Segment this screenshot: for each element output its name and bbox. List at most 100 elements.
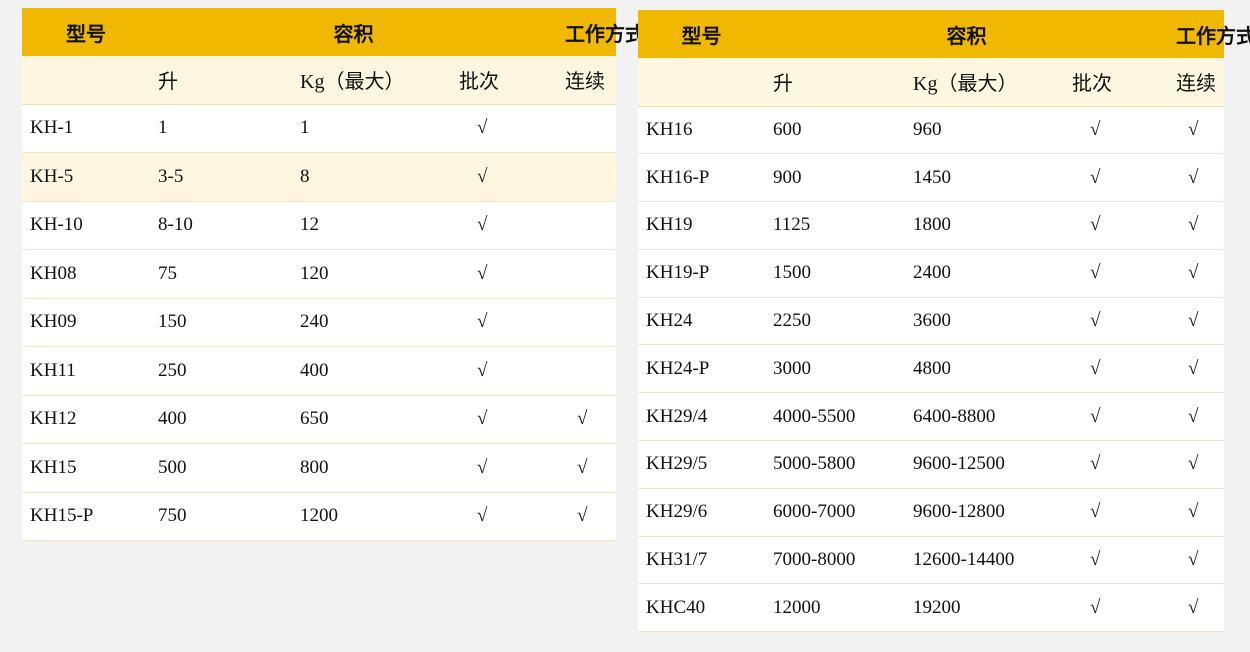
table-row: KH16 600 960 √ √ xyxy=(638,106,1225,155)
cell-kg: 800 xyxy=(292,443,447,493)
cell-kg: 960 xyxy=(905,106,1060,155)
cell-continuous: √ xyxy=(1168,583,1225,633)
header-liters: 升 xyxy=(150,56,292,105)
cell-continuous xyxy=(557,249,617,299)
cell-batch: √ xyxy=(1060,392,1169,442)
cell-kg: 1450 xyxy=(905,153,1060,203)
cell-liters: 500 xyxy=(150,443,292,493)
table-body-left: KH-1 1 1 √ KH-5 3-5 8 √ KH-10 8-10 12 √ KH08 75 120 √ KH… xyxy=(22,104,617,541)
cell-batch: √ xyxy=(1060,106,1169,155)
cell-liters: 3-5 xyxy=(150,152,292,202)
cell-model: KH-1 xyxy=(22,104,150,153)
cell-model: KH24 xyxy=(638,297,765,346)
cell-kg: 19200 xyxy=(905,583,1060,633)
table-body-right: KH16 600 960 √ √ KH16-P 900 1450 √ √ KH19 1125 1800 √… xyxy=(638,106,1225,633)
cell-model: KH29/4 xyxy=(638,392,765,442)
cell-model: KH29/5 xyxy=(638,440,765,489)
cell-liters: 1 xyxy=(150,104,292,153)
cell-model: KH16-P xyxy=(638,153,765,203)
cell-batch: √ xyxy=(447,492,558,541)
table-row: KH29/6 6000-7000 9600-12800 √ √ xyxy=(638,488,1225,537)
header-empty xyxy=(638,58,765,107)
cell-continuous: √ xyxy=(1168,392,1225,442)
header-liters: 升 xyxy=(765,58,905,107)
cell-model: KH09 xyxy=(22,298,150,347)
cell-model: KH29/6 xyxy=(638,488,765,537)
cell-batch: √ xyxy=(447,104,558,153)
table-row: KH16-P 900 1450 √ √ xyxy=(638,153,1225,203)
table-row: KH09 150 240 √ xyxy=(22,298,617,347)
cell-liters: 250 xyxy=(150,346,292,396)
header-mode: 工作方式 xyxy=(1168,10,1250,58)
cell-batch: √ xyxy=(447,201,558,250)
cell-model: KH19 xyxy=(638,201,765,250)
table-row: KH-10 8-10 12 √ xyxy=(22,201,617,250)
cell-batch: √ xyxy=(1060,297,1169,346)
table-row: KH24 2250 3600 √ √ xyxy=(638,297,1225,346)
cell-liters: 750 xyxy=(150,492,292,541)
table-row: KHC40 12000 19200 √ √ xyxy=(638,583,1225,633)
table-row: KH24-P 3000 4800 √ √ xyxy=(638,344,1225,394)
cell-kg: 240 xyxy=(292,298,447,347)
header-row-sub: 升 Kg（最大） 批次 连续 xyxy=(638,58,1225,107)
cell-batch: √ xyxy=(1060,344,1169,394)
cell-kg: 6400-8800 xyxy=(905,392,1060,442)
cell-liters: 400 xyxy=(150,395,292,444)
cell-liters: 900 xyxy=(765,153,905,203)
header-capacity: 容积 xyxy=(765,10,1169,58)
cell-continuous: √ xyxy=(557,443,617,493)
cell-continuous: √ xyxy=(557,395,617,444)
cell-kg: 2400 xyxy=(905,249,1060,298)
cell-continuous: √ xyxy=(1168,297,1225,346)
header-model: 型号 xyxy=(22,8,150,56)
spec-table-right: 型号 容积 工作方式 升 Kg（最大） 批次 连续 KH16 600 960 √ √ KH… xyxy=(638,10,1250,633)
cell-kg: 8 xyxy=(292,152,447,202)
table-row: KH11 250 400 √ xyxy=(22,346,617,396)
cell-model: KH-5 xyxy=(22,152,150,202)
cell-liters: 2250 xyxy=(765,297,905,346)
cell-liters: 3000 xyxy=(765,344,905,394)
table-row: KH31/7 7000-8000 12600-14400 √ √ xyxy=(638,536,1225,585)
cell-batch: √ xyxy=(1060,536,1169,585)
cell-continuous: √ xyxy=(1168,488,1225,537)
table-row: KH-1 1 1 √ xyxy=(22,104,617,153)
header-model: 型号 xyxy=(638,10,765,58)
cell-model: KH15-P xyxy=(22,492,150,541)
table-row: KH15-P 750 1200 √ √ xyxy=(22,492,617,541)
cell-batch: √ xyxy=(1060,249,1169,298)
cell-batch: √ xyxy=(447,249,558,299)
header-capacity: 容积 xyxy=(150,8,558,56)
cell-kg: 120 xyxy=(292,249,447,299)
cell-batch: √ xyxy=(447,443,558,493)
cell-batch: √ xyxy=(1060,583,1169,633)
header-empty xyxy=(22,56,150,105)
table-row: KH19-P 1500 2400 √ √ xyxy=(638,249,1225,298)
cell-batch: √ xyxy=(1060,488,1169,537)
cell-model: KH-10 xyxy=(22,201,150,250)
cell-continuous xyxy=(557,298,617,347)
header-kg: Kg（最大） xyxy=(292,56,447,105)
header-row-main: 型号 容积 工作方式 xyxy=(22,8,645,56)
table-row: KH12 400 650 √ √ xyxy=(22,395,617,444)
cell-batch: √ xyxy=(1060,201,1169,250)
cell-continuous: √ xyxy=(557,492,617,541)
header-kg: Kg（最大） xyxy=(905,58,1060,107)
cell-model: KH31/7 xyxy=(638,536,765,585)
cell-liters: 8-10 xyxy=(150,201,292,250)
cell-kg: 9600-12800 xyxy=(905,488,1060,537)
cell-model: KHC40 xyxy=(638,583,765,633)
cell-continuous: √ xyxy=(1168,106,1225,155)
cell-continuous: √ xyxy=(1168,344,1225,394)
cell-batch: √ xyxy=(1060,153,1169,203)
cell-continuous xyxy=(557,152,617,202)
cell-continuous: √ xyxy=(1168,536,1225,585)
header-batch: 批次 xyxy=(447,56,558,105)
cell-kg: 1800 xyxy=(905,201,1060,250)
cell-kg: 3600 xyxy=(905,297,1060,346)
cell-liters: 1125 xyxy=(765,201,905,250)
cell-batch: √ xyxy=(447,395,558,444)
cell-liters: 150 xyxy=(150,298,292,347)
cell-model: KH24-P xyxy=(638,344,765,394)
cell-model: KH16 xyxy=(638,106,765,155)
cell-kg: 650 xyxy=(292,395,447,444)
